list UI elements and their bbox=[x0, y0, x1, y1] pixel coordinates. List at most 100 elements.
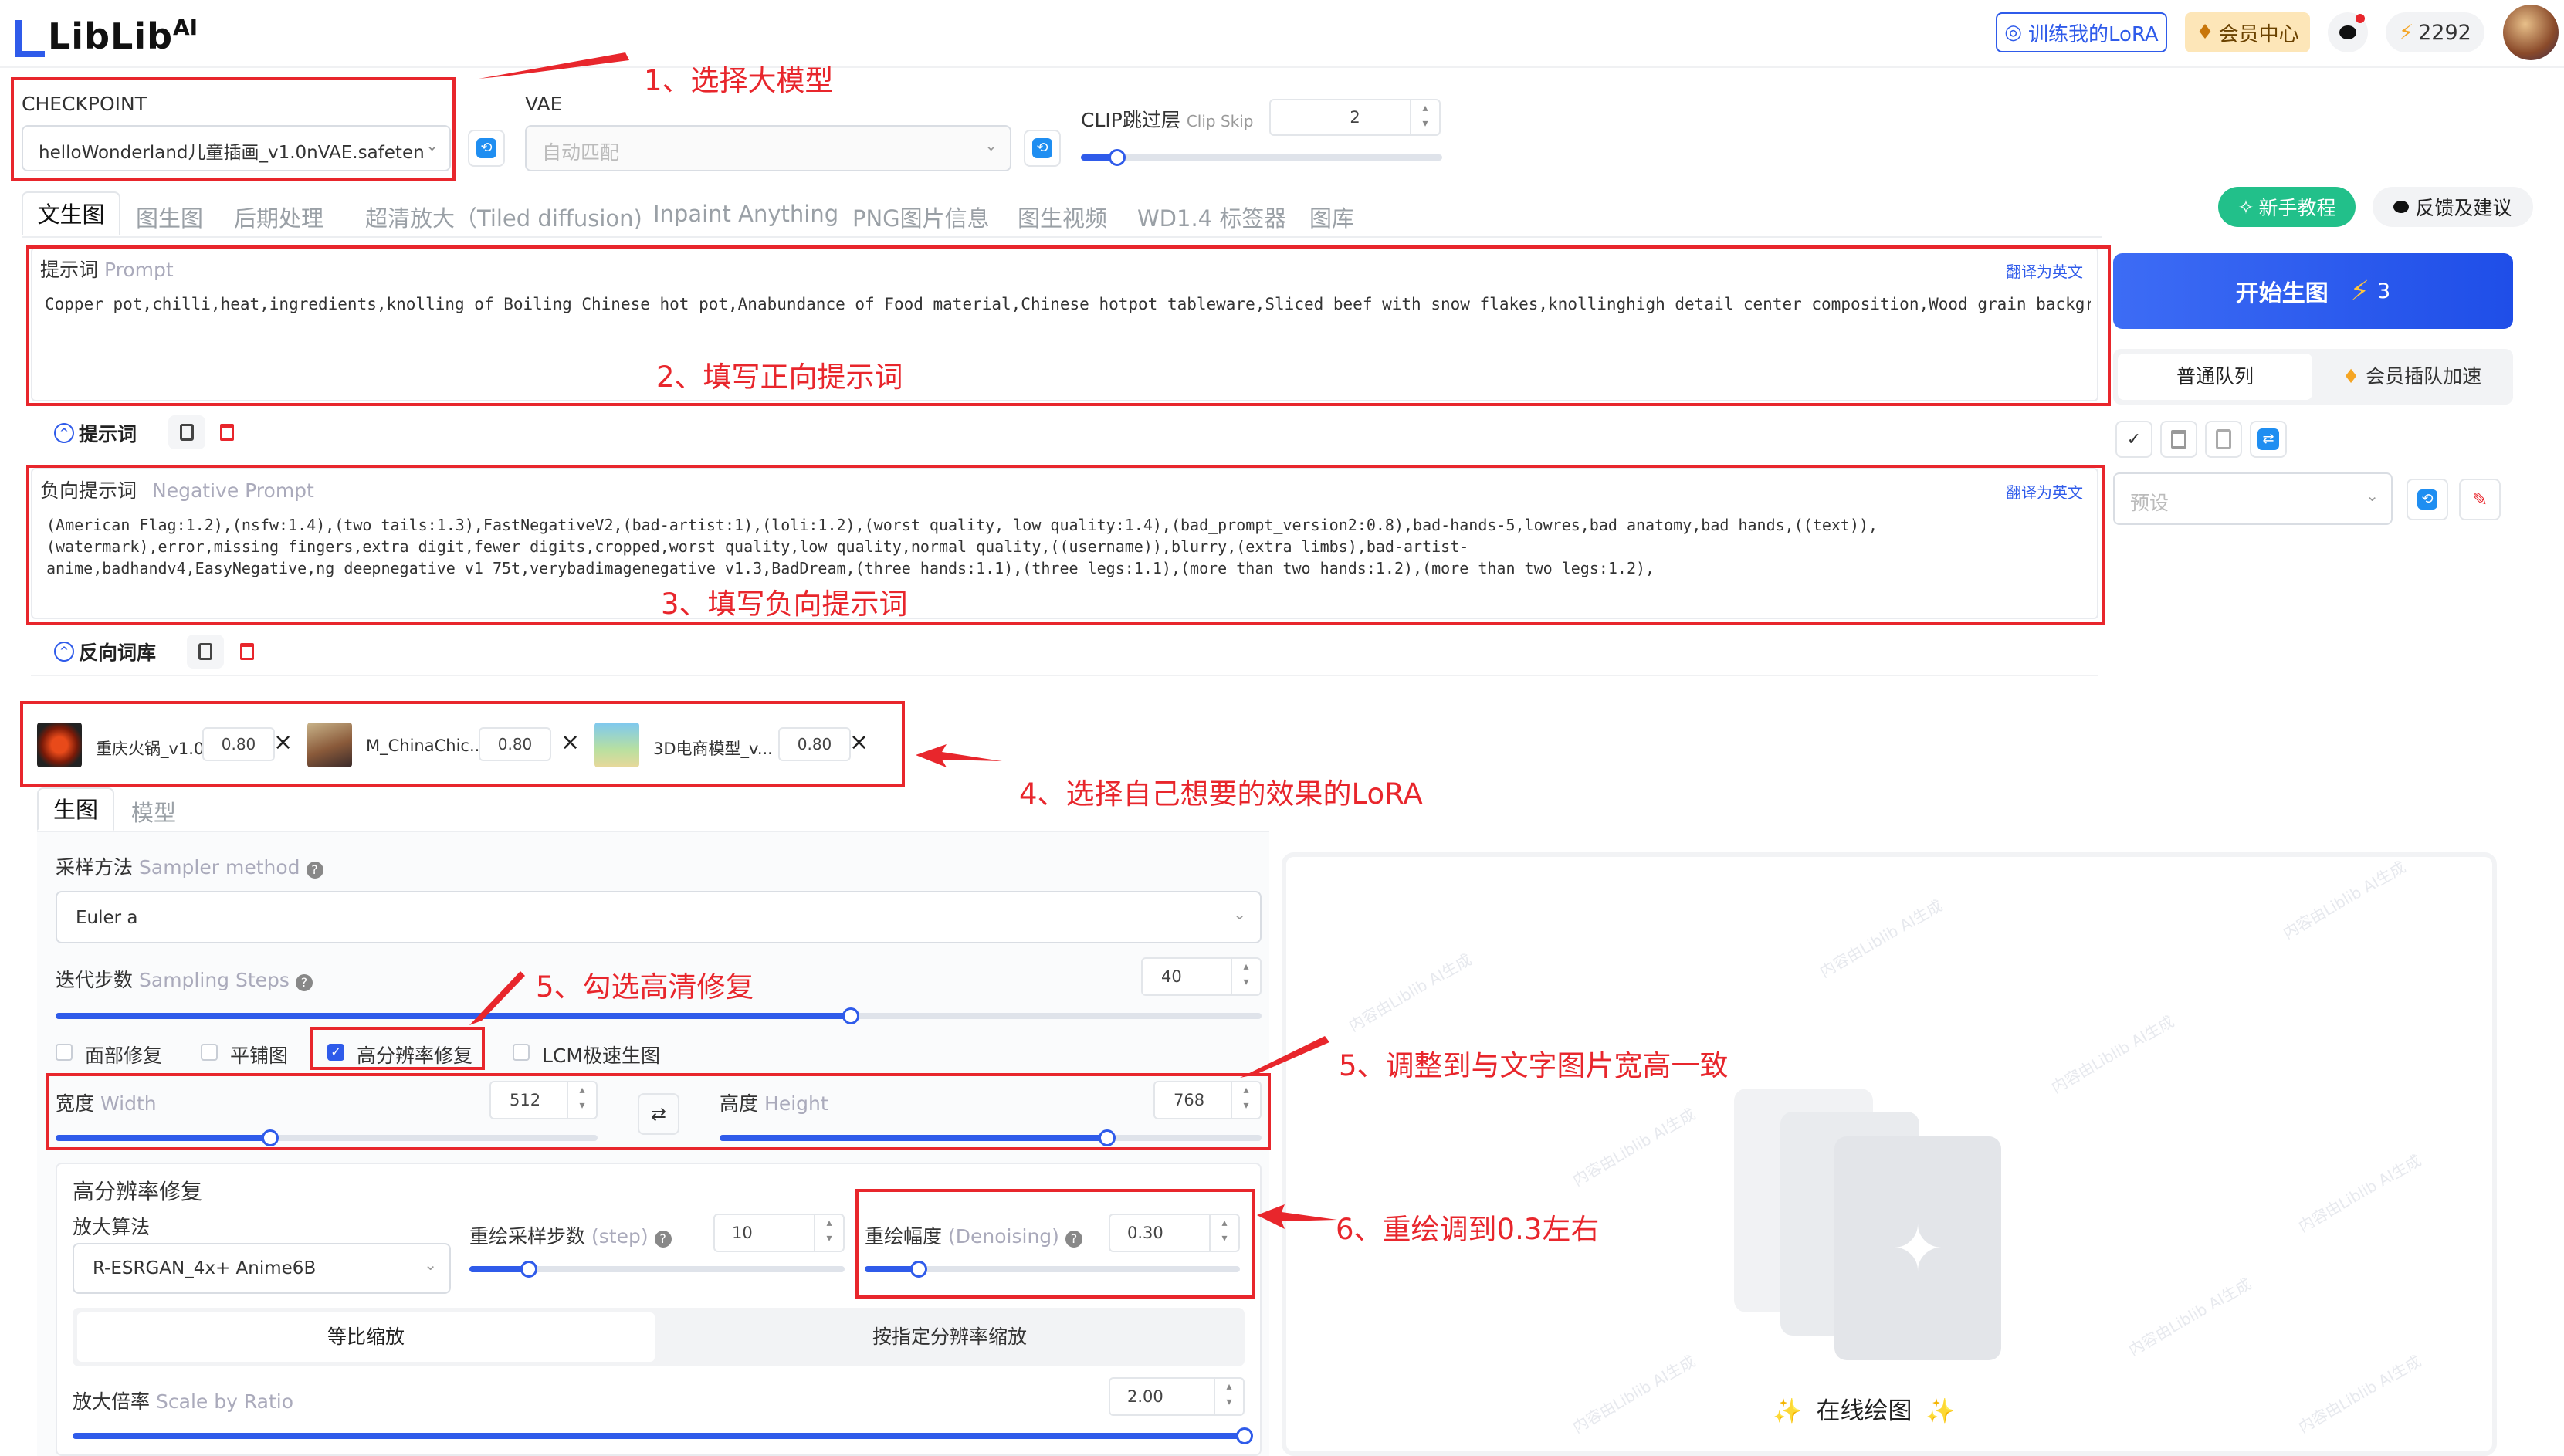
lora-chip[interactable]: M_ChinaChic... 0.80 × bbox=[307, 721, 585, 769]
close-icon[interactable]: × bbox=[273, 729, 293, 756]
diamond-icon: ♦ bbox=[2342, 365, 2366, 388]
canvas-area[interactable]: 内容由Liblib AI生成 内容由Liblib AI生成 内容由Liblib … bbox=[1282, 852, 2497, 1456]
chat-icon bbox=[2339, 25, 2356, 39]
clear-negative-button[interactable] bbox=[229, 635, 266, 669]
upscale-mode-switch: 等比缩放 按指定分辨率缩放 bbox=[73, 1308, 1245, 1366]
mode-ratio-option[interactable]: 等比缩放 bbox=[77, 1312, 655, 1362]
preset-select[interactable]: 预设 ⌄ bbox=[2113, 472, 2393, 525]
train-lora-button[interactable]: ◎ 训练我的LoRA bbox=[1996, 12, 2167, 52]
prompt-toggle[interactable]: ^ 提示词 bbox=[54, 419, 137, 447]
lora-weight[interactable]: 0.80 bbox=[778, 727, 851, 761]
tab-txt2img[interactable]: 文生图 bbox=[22, 191, 120, 236]
prompt-textarea[interactable]: Copper pot,chilli,heat,ingredients,knoll… bbox=[45, 295, 2091, 313]
negative-prompt-panel: 负向提示词 Negative Prompt 翻译为英文 (American Fla… bbox=[31, 468, 2098, 619]
negative-prompt-textarea[interactable]: (American Flag:1.2),(nsfw:1.4),(two tail… bbox=[46, 514, 2085, 579]
tiling-checkbox[interactable] bbox=[201, 1044, 218, 1061]
feedback-button[interactable]: 反馈及建议 bbox=[2373, 187, 2533, 227]
trash-button[interactable] bbox=[2160, 421, 2197, 458]
denoise-input[interactable]: 0.30 ▴ ▾ bbox=[1109, 1214, 1240, 1252]
notification-dot bbox=[2356, 14, 2365, 23]
stepper[interactable]: ▴ ▾ bbox=[1214, 1379, 1243, 1414]
chevron-down-icon: ⌄ bbox=[984, 136, 997, 154]
close-icon[interactable]: × bbox=[561, 729, 580, 756]
vip-center-button[interactable]: ♦ 会员中心 bbox=[2185, 12, 2310, 52]
lora-weight[interactable]: 0.80 bbox=[479, 727, 551, 761]
hires-fix-checkbox[interactable]: ✓ bbox=[327, 1044, 344, 1061]
tab-img2video[interactable]: 图生视频 bbox=[1018, 201, 1107, 233]
tutorial-button[interactable]: ✧ 新手教程 bbox=[2218, 187, 2356, 227]
stepper[interactable]: ▴ ▾ bbox=[1231, 1082, 1260, 1118]
stepper[interactable]: ▴ ▾ bbox=[1231, 959, 1260, 994]
clip-skip-slider[interactable] bbox=[1081, 154, 1442, 161]
stepper[interactable]: ▴ ▾ bbox=[814, 1215, 843, 1251]
tab-wd14-tagger[interactable]: WD1.4 标签器 bbox=[1137, 201, 1286, 233]
negative-library-toggle[interactable]: ^ 反向词库 bbox=[54, 638, 156, 665]
message-button[interactable] bbox=[2328, 12, 2368, 52]
height-slider-handle[interactable] bbox=[1099, 1129, 1116, 1146]
face-restore-checkbox[interactable] bbox=[56, 1044, 73, 1061]
stepper[interactable]: ▴ ▾ bbox=[1410, 100, 1439, 134]
refresh-checkpoint-button[interactable]: ⟲ bbox=[468, 130, 505, 167]
translate-prompt-link[interactable]: 翻译为英文 bbox=[2006, 259, 2083, 282]
tab-inpaint-anything[interactable]: Inpaint Anything bbox=[653, 201, 838, 227]
swap-button[interactable]: ⇄ bbox=[2250, 421, 2287, 458]
mode-resolution-option[interactable]: 按指定分辨率缩放 bbox=[659, 1312, 1240, 1362]
translate-negative-link[interactable]: 翻译为英文 bbox=[2006, 480, 2083, 503]
copy-prompt-button[interactable] bbox=[168, 415, 205, 449]
trash-icon bbox=[240, 643, 254, 660]
hires-steps-slider-handle[interactable] bbox=[520, 1261, 537, 1278]
tab-gallery[interactable]: 图库 bbox=[1309, 201, 1354, 233]
chevron-down-icon: ⌄ bbox=[1233, 905, 1246, 923]
queue-normal-option[interactable]: 普通队列 bbox=[2118, 354, 2312, 400]
clip-skip-slider-handle[interactable] bbox=[1109, 149, 1126, 166]
close-icon[interactable]: × bbox=[849, 729, 869, 756]
checkpoint-select[interactable]: helloWonderland儿童插画_v1.0nVAE.safetens ⌄ bbox=[22, 125, 451, 171]
tab-model[interactable]: 模型 bbox=[131, 795, 176, 828]
lora-weight[interactable]: 0.80 bbox=[202, 727, 275, 761]
scale-slider-handle[interactable] bbox=[1236, 1427, 1253, 1444]
scale-input[interactable]: 2.00 ▴ ▾ bbox=[1109, 1377, 1245, 1416]
tab-img2img[interactable]: 图生图 bbox=[136, 201, 203, 233]
height-label: 高度 Height bbox=[720, 1092, 828, 1115]
avatar[interactable] bbox=[2503, 5, 2559, 60]
annotation-6: 6、重绘调到0.3左右 bbox=[1336, 1213, 1600, 1246]
tab-postprocess[interactable]: 后期处理 bbox=[234, 201, 323, 233]
clipboard-icon bbox=[2216, 429, 2231, 449]
upscaler-select[interactable]: R-ESRGAN_4x+ Anime6B ⌄ bbox=[73, 1243, 451, 1294]
tab-tiled-diffusion[interactable]: 超清放大（Tiled diffusion) bbox=[365, 201, 642, 233]
copy-negative-button[interactable] bbox=[187, 635, 224, 669]
collapse-icon: ^ bbox=[54, 642, 74, 662]
steps-input[interactable]: 40 ▴ ▾ bbox=[1141, 957, 1262, 996]
help-icon: ? bbox=[1065, 1231, 1082, 1248]
clip-skip-input[interactable]: 2 ▴ ▾ bbox=[1269, 99, 1441, 136]
denoise-slider-handle[interactable] bbox=[910, 1261, 927, 1278]
clear-prompt-button[interactable] bbox=[208, 415, 246, 449]
check-button[interactable]: ✓ bbox=[2115, 421, 2152, 458]
vae-select[interactable]: 自动匹配 ⌄ bbox=[525, 125, 1011, 171]
swap-size-button[interactable]: ⇄ bbox=[638, 1093, 679, 1135]
generate-button[interactable]: 开始生图 ⚡ 3 bbox=[2113, 253, 2513, 329]
lora-chip[interactable]: 3D电商模型_v... 0.80 × bbox=[594, 721, 872, 769]
height-input[interactable]: 768 ▴ ▾ bbox=[1153, 1081, 1262, 1119]
steps-slider-handle[interactable] bbox=[842, 1007, 859, 1024]
sampler-select[interactable]: Euler a ⌄ bbox=[56, 891, 1262, 943]
section-divider bbox=[31, 675, 2098, 676]
tab-png-info[interactable]: PNG图片信息 bbox=[852, 201, 990, 233]
hires-steps-label: 重绘采样步数 (step)? bbox=[469, 1221, 672, 1249]
tab-generate[interactable]: 生图 bbox=[37, 787, 114, 831]
logo[interactable]: LibLib AI bbox=[15, 11, 198, 57]
edit-preset-button[interactable]: ✎ bbox=[2459, 479, 2501, 520]
hires-steps-input[interactable]: 10 ▴ ▾ bbox=[713, 1214, 845, 1252]
stepper[interactable]: ▴ ▾ bbox=[567, 1082, 596, 1118]
header-divider bbox=[0, 66, 2564, 68]
lora-chip[interactable]: 重庆火锅_v1.0 0.80 × bbox=[37, 721, 300, 769]
lcm-checkbox[interactable] bbox=[513, 1044, 530, 1061]
stepper[interactable]: ▴ ▾ bbox=[1209, 1215, 1238, 1251]
queue-vip-option[interactable]: ♦ 会员插队加速 bbox=[2315, 354, 2508, 400]
refresh-preset-button[interactable]: ⟲ bbox=[2407, 479, 2448, 520]
width-input[interactable]: 512 ▴ ▾ bbox=[489, 1081, 598, 1119]
refresh-vae-button[interactable]: ⟲ bbox=[1024, 130, 1061, 167]
width-slider-handle[interactable] bbox=[262, 1129, 279, 1146]
points-badge[interactable]: ⚡ 2292 bbox=[2386, 12, 2484, 52]
clipboard-button[interactable] bbox=[2205, 421, 2242, 458]
